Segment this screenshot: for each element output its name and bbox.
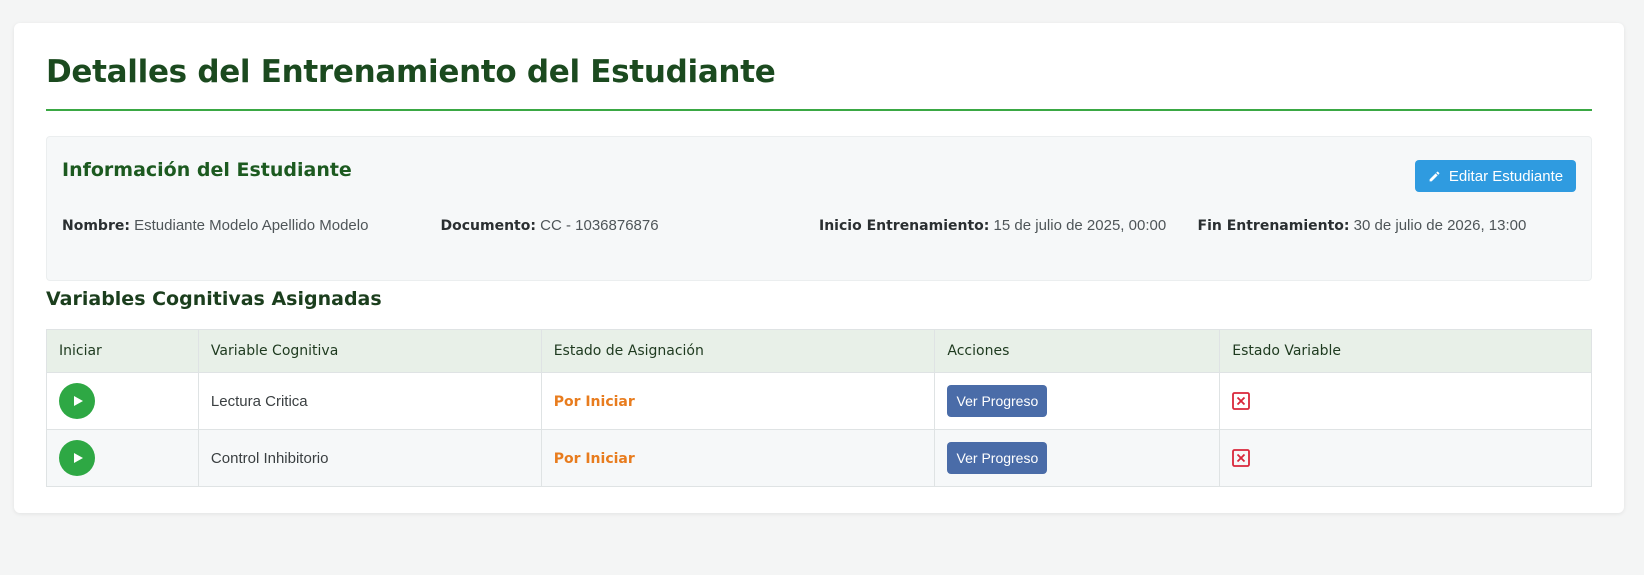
- view-progress-button[interactable]: Ver Progreso: [947, 385, 1048, 417]
- assignment-status-cell: Por Iniciar: [540, 372, 936, 430]
- field-value: 30 de julio de 2026, 13:00: [1353, 217, 1527, 234]
- table-row: Lectura Critica Por Iniciar Ver Progreso: [46, 372, 1592, 430]
- student-info-heading: Información del Estudiante: [62, 159, 352, 181]
- field-value: 15 de julio de 2025, 00:00: [993, 217, 1167, 234]
- field-inicio: Inicio Entrenamiento: 15 de julio de 202…: [819, 217, 1198, 234]
- student-info-panel: Información del Estudiante Editar Estudi…: [46, 136, 1592, 281]
- variable-name: Lectura Critica: [197, 372, 542, 430]
- column-header-estado-variable: Estado Variable: [1219, 329, 1592, 373]
- variable-state-cell: [1219, 372, 1592, 430]
- status-badge: Por Iniciar: [553, 393, 635, 410]
- play-icon: [74, 396, 83, 406]
- column-header-estado-asignacion: Estado de Asignación: [540, 329, 936, 373]
- field-label: Nombre:: [62, 218, 130, 234]
- field-value: Estudiante Modelo Apellido Modelo: [134, 217, 369, 234]
- page-title: Detalles del Entrenamiento del Estudiant…: [46, 54, 776, 90]
- table-row: Control Inhibitorio Por Iniciar Ver Prog…: [46, 429, 1592, 487]
- table-header-row: Iniciar Variable Cognitiva Estado de Asi…: [46, 329, 1592, 373]
- pencil-icon: [1429, 171, 1440, 181]
- field-label: Documento:: [440, 218, 536, 234]
- training-details-card: Detalles del Entrenamiento del Estudiant…: [14, 23, 1624, 513]
- variables-section-title: Variables Cognitivas Asignadas: [46, 288, 382, 310]
- view-progress-button[interactable]: Ver Progreso: [947, 442, 1048, 474]
- assignment-status-cell: Por Iniciar: [540, 429, 936, 487]
- field-nombre: Nombre: Estudiante Modelo Apellido Model…: [62, 217, 441, 234]
- start-button[interactable]: [59, 383, 95, 419]
- field-label: Inicio Entrenamiento:: [819, 218, 990, 234]
- variable-state-cell: [1219, 429, 1592, 487]
- edit-student-button[interactable]: Editar Estudiante: [1415, 160, 1576, 192]
- field-label: Fin Entrenamiento:: [1197, 218, 1350, 234]
- x-square-icon: [1232, 449, 1251, 467]
- field-value: CC - 1036876876: [540, 217, 659, 234]
- column-header-acciones: Acciones: [934, 329, 1221, 373]
- status-badge: Por Iniciar: [553, 450, 635, 467]
- field-documento: Documento: CC - 1036876876: [441, 217, 820, 234]
- column-header-variable: Variable Cognitiva: [197, 329, 542, 373]
- actions-cell: Ver Progreso: [934, 429, 1221, 487]
- edit-student-label: Editar Estudiante: [1448, 167, 1564, 185]
- field-fin: Fin Entrenamiento: 30 de julio de 2026, …: [1198, 217, 1577, 234]
- student-info-fields: Nombre: Estudiante Modelo Apellido Model…: [62, 217, 1576, 234]
- start-cell: [46, 372, 199, 430]
- actions-cell: Ver Progreso: [934, 372, 1221, 430]
- start-button[interactable]: [59, 440, 95, 476]
- column-header-iniciar: Iniciar: [46, 329, 199, 373]
- x-square-icon: [1232, 392, 1251, 410]
- play-icon: [74, 453, 83, 463]
- start-cell: [46, 429, 199, 487]
- title-divider: [46, 109, 1592, 111]
- variables-table: Iniciar Variable Cognitiva Estado de Asi…: [46, 329, 1592, 487]
- variable-name: Control Inhibitorio: [197, 429, 542, 487]
